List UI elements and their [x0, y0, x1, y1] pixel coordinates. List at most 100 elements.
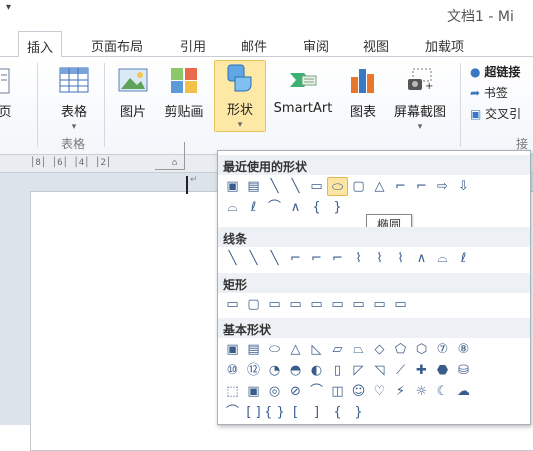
shape-item[interactable]: ⌐ [285, 249, 306, 268]
shape-item[interactable]: ⬚ [222, 382, 243, 401]
shape-item[interactable]: ▣ [222, 340, 243, 359]
crossref-button[interactable]: ▣ 交叉引 [470, 105, 521, 122]
tab-references[interactable]: 引用 [180, 36, 206, 55]
shape-item[interactable]: ✚ [411, 361, 432, 380]
shape-item[interactable]: ▱ [327, 340, 348, 359]
shape-item[interactable]: ⊘ [285, 382, 306, 401]
shape-item[interactable]: ▭ [306, 177, 327, 196]
picture-button[interactable]: 图片 [116, 63, 150, 120]
shape-item[interactable]: ▣ [243, 382, 264, 401]
shape-item[interactable]: ∧ [285, 198, 306, 217]
shape-item[interactable]: ▭ [306, 295, 327, 314]
shape-item[interactable]: } [348, 403, 369, 422]
shape-item[interactable]: ⌐ [327, 249, 348, 268]
clipart-button[interactable]: 剪贴画 [160, 63, 208, 120]
shape-item[interactable]: ╲ [264, 249, 285, 268]
shape-item[interactable]: { } [264, 403, 285, 422]
shape-item[interactable]: ⌒ [264, 198, 285, 217]
shape-item[interactable]: ⏢ [348, 340, 369, 359]
shape-item[interactable]: ⑩ [222, 361, 243, 380]
shape-item[interactable]: ] [306, 403, 327, 422]
shape-item[interactable]: ▢ [348, 177, 369, 196]
shape-item[interactable]: ⌇ [369, 249, 390, 268]
shape-item[interactable]: ▭ [222, 295, 243, 314]
shape-item[interactable]: ⬣ [432, 361, 453, 380]
tab-view[interactable]: 视图 [363, 36, 389, 55]
tab-mailings[interactable]: 邮件 [241, 36, 267, 55]
shape-item[interactable]: ◸ [348, 361, 369, 380]
shape-item[interactable]: ⬡ [411, 340, 432, 359]
shape-item[interactable]: ⌒ [222, 403, 243, 422]
shape-item[interactable]: ∧ [411, 249, 432, 268]
shape-item[interactable]: ╲ [285, 177, 306, 196]
shape-item[interactable]: ◺ [306, 340, 327, 359]
shape-oval-highlighted[interactable]: ⬭ [327, 177, 348, 196]
shape-item[interactable]: ╲ [222, 249, 243, 268]
shape-item[interactable]: ⌇ [348, 249, 369, 268]
shape-item[interactable]: { [306, 198, 327, 217]
shape-item[interactable]: ⌓ [432, 249, 453, 268]
shape-item[interactable]: ♡ [369, 382, 390, 401]
shape-item[interactable]: ▣ [222, 177, 243, 196]
shape-item[interactable]: ⌐ [411, 177, 432, 196]
chart-button[interactable]: 图表 [345, 63, 381, 120]
shape-item[interactable]: ▭ [390, 295, 411, 314]
shape-item[interactable]: ℓ [243, 198, 264, 217]
tab-review[interactable]: 审阅 [303, 36, 329, 55]
shape-item[interactable]: ▤ [243, 340, 264, 359]
shape-item[interactable]: ▭ [285, 295, 306, 314]
shape-item[interactable]: ⌐ [390, 177, 411, 196]
shape-item[interactable]: ⌐ [306, 249, 327, 268]
shape-item[interactable]: ⌇ [390, 249, 411, 268]
tab-addins[interactable]: 加载项 [425, 36, 464, 55]
shape-item[interactable]: ⟋ [390, 361, 411, 380]
quick-access-dropdown-icon[interactable]: ▾ [6, 2, 11, 13]
shape-item[interactable]: [ ] [243, 403, 264, 422]
shape-item[interactable]: ⬭ [264, 340, 285, 359]
shape-item[interactable]: ▢ [243, 295, 264, 314]
shape-item[interactable]: ⇩ [453, 177, 474, 196]
shape-item[interactable]: ☼ [411, 382, 432, 401]
table-button[interactable]: 表格 ▾ [54, 63, 94, 132]
tab-insert[interactable]: 插入 [18, 31, 63, 58]
shape-item[interactable]: ▯ [327, 361, 348, 380]
shape-item[interactable]: ☾ [432, 382, 453, 401]
bookmark-button[interactable]: ➦ 书签 [470, 84, 508, 101]
shape-item[interactable]: ◓ [285, 361, 306, 380]
shape-item[interactable]: ◐ [306, 361, 327, 380]
shape-item[interactable]: ⌒ [306, 382, 327, 401]
shape-item[interactable]: ◹ [369, 361, 390, 380]
shape-item[interactable]: ╲ [243, 249, 264, 268]
screenshot-button[interactable]: + 屏幕截图 ▾ [388, 63, 452, 132]
shape-item[interactable]: ℓ [453, 249, 474, 268]
shape-item[interactable]: ⚡ [390, 382, 411, 401]
shape-item[interactable]: ▭ [369, 295, 390, 314]
shapes-button[interactable]: 形状 ▾ [214, 60, 266, 132]
shape-item[interactable]: ◔ [264, 361, 285, 380]
shape-item[interactable]: △ [369, 177, 390, 196]
shape-item[interactable]: ▤ [243, 177, 264, 196]
shape-item[interactable]: ⑧ [453, 340, 474, 359]
page-button-partial[interactable]: 页 [0, 63, 14, 120]
tab-page-layout[interactable]: 页面布局 [91, 36, 143, 55]
shape-item[interactable]: } [327, 198, 348, 217]
hyperlink-button[interactable]: ● 超链接 [470, 63, 520, 80]
shape-item[interactable]: ⑦ [432, 340, 453, 359]
shape-item[interactable]: [ [285, 403, 306, 422]
shape-item[interactable]: ▭ [348, 295, 369, 314]
shape-item[interactable]: ⇨ [432, 177, 453, 196]
shape-item[interactable]: ☺ [348, 382, 369, 401]
shape-item[interactable]: △ [285, 340, 306, 359]
shape-item[interactable]: ▭ [264, 295, 285, 314]
shape-item[interactable]: ▭ [327, 295, 348, 314]
shape-item[interactable]: ⛁ [453, 361, 474, 380]
shape-item[interactable]: ⬠ [390, 340, 411, 359]
shape-item[interactable]: ◎ [264, 382, 285, 401]
shape-item[interactable]: ⌓ [222, 198, 243, 217]
shape-item[interactable]: { [327, 403, 348, 422]
smartart-button[interactable]: SmartArt [268, 63, 338, 116]
shape-item[interactable]: ╲ [264, 177, 285, 196]
indent-marker-icon[interactable]: ⌂ [172, 158, 177, 168]
shape-item[interactable]: ◫ [327, 382, 348, 401]
shape-item[interactable]: ⑫ [243, 361, 264, 380]
